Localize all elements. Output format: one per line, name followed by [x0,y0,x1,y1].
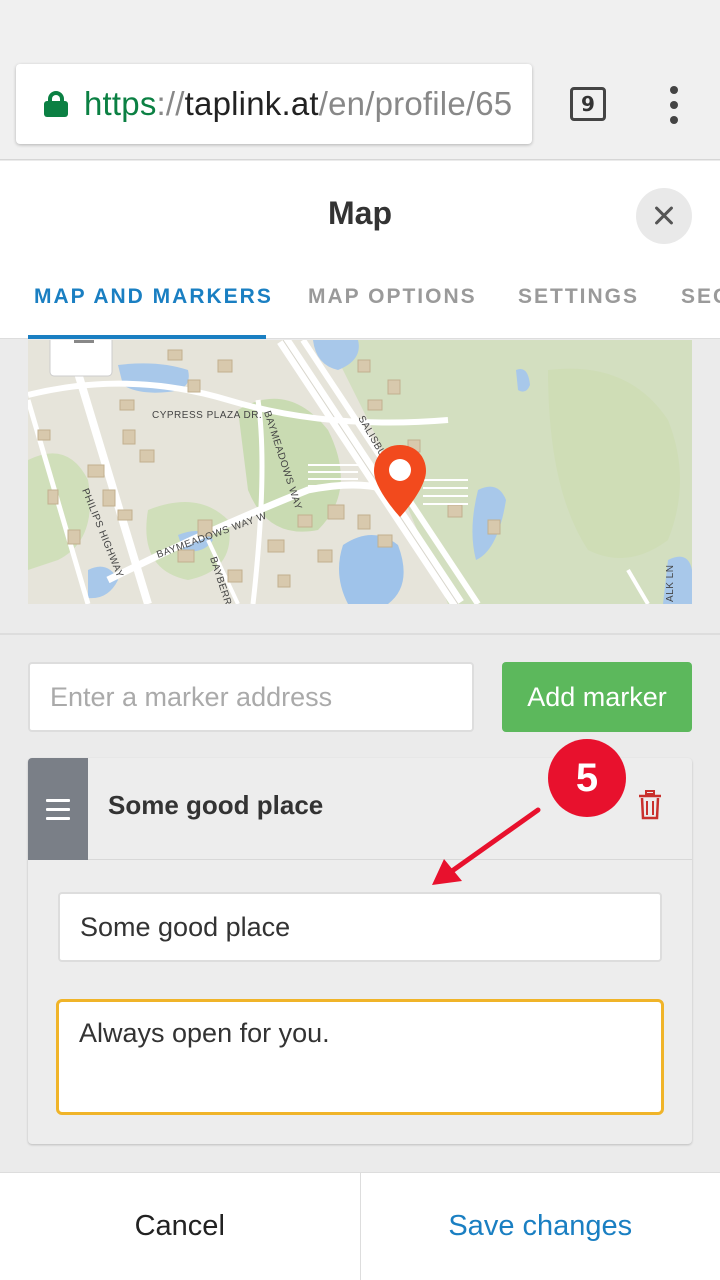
tab-switcher-button[interactable]: 9 [570,87,606,121]
marker-name-input[interactable] [58,892,662,962]
tab-settings[interactable]: SETTINGS [518,285,639,309]
close-icon[interactable] [636,188,692,244]
address-bar[interactable]: https://taplink.at/en/profile/65 [16,64,532,144]
drag-handle-icon[interactable] [28,758,88,860]
url-separator: :// [156,85,185,122]
marker-description-textarea[interactable]: Always open for you. [56,999,664,1115]
active-tab-indicator [28,335,266,339]
map-pin-icon[interactable] [372,443,428,519]
save-changes-button[interactable]: Save changes [361,1173,720,1280]
modal-title: Map [328,195,392,231]
lock-icon [44,89,68,119]
map-modal: Map MAP AND MARKERS MAP OPTIONS SETTINGS… [0,161,720,1280]
map-preview[interactable]: CYPRESS PLAZA DR. BAYMEADOWS WAY SALISBU… [28,340,692,604]
tab-map-options[interactable]: MAP OPTIONS [308,285,477,309]
tab-map-and-markers[interactable]: MAP AND MARKERS [34,285,273,309]
url-text[interactable]: https://taplink.at/en/profile/65 [84,85,512,123]
step-number-badge: 5 [548,739,626,817]
street-label: ALK LN [665,565,676,602]
add-marker-button[interactable]: Add marker [502,662,692,732]
map-canvas: CYPRESS PLAZA DR. BAYMEADOWS WAY SALISBU… [28,340,692,604]
modal-footer: Cancel Save changes [0,1172,720,1280]
trash-icon[interactable] [638,790,662,820]
marker-address-input[interactable] [28,662,474,732]
modal-header: Map MAP AND MARKERS MAP OPTIONS SETTINGS… [0,161,720,339]
browser-chrome: https://taplink.at/en/profile/65 9 [0,0,720,160]
street-label: CYPRESS PLAZA DR. [152,410,262,421]
section-divider [0,633,720,635]
marker-card-title: Some good place [108,790,324,820]
cancel-button[interactable]: Cancel [0,1173,361,1280]
kebab-menu-icon[interactable] [662,86,686,124]
url-scheme: https [84,85,157,122]
url-host: taplink.at [184,85,319,122]
url-path: /en/profile/65 [318,85,513,122]
tab-sec[interactable]: SEC [681,285,720,309]
